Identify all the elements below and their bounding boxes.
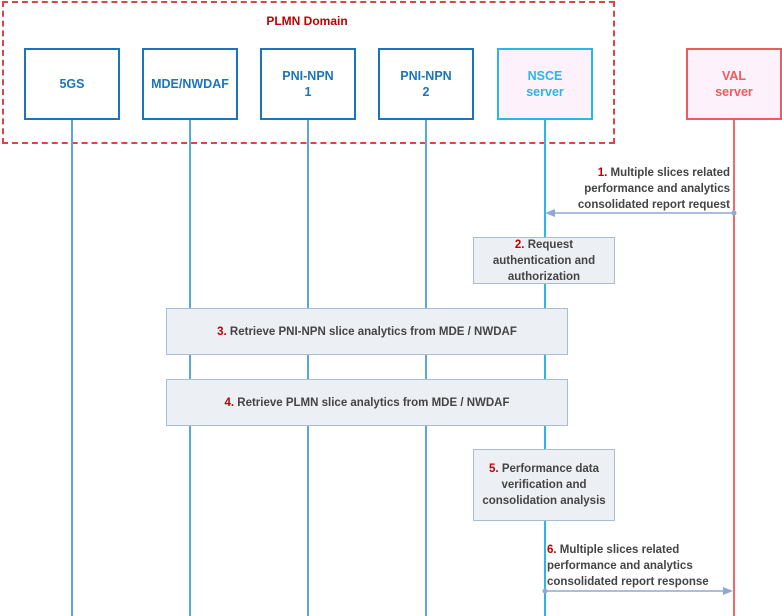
step-1-arrow (545, 209, 737, 217)
step-6-arrow (542, 587, 733, 595)
message-arrows (542, 209, 737, 595)
